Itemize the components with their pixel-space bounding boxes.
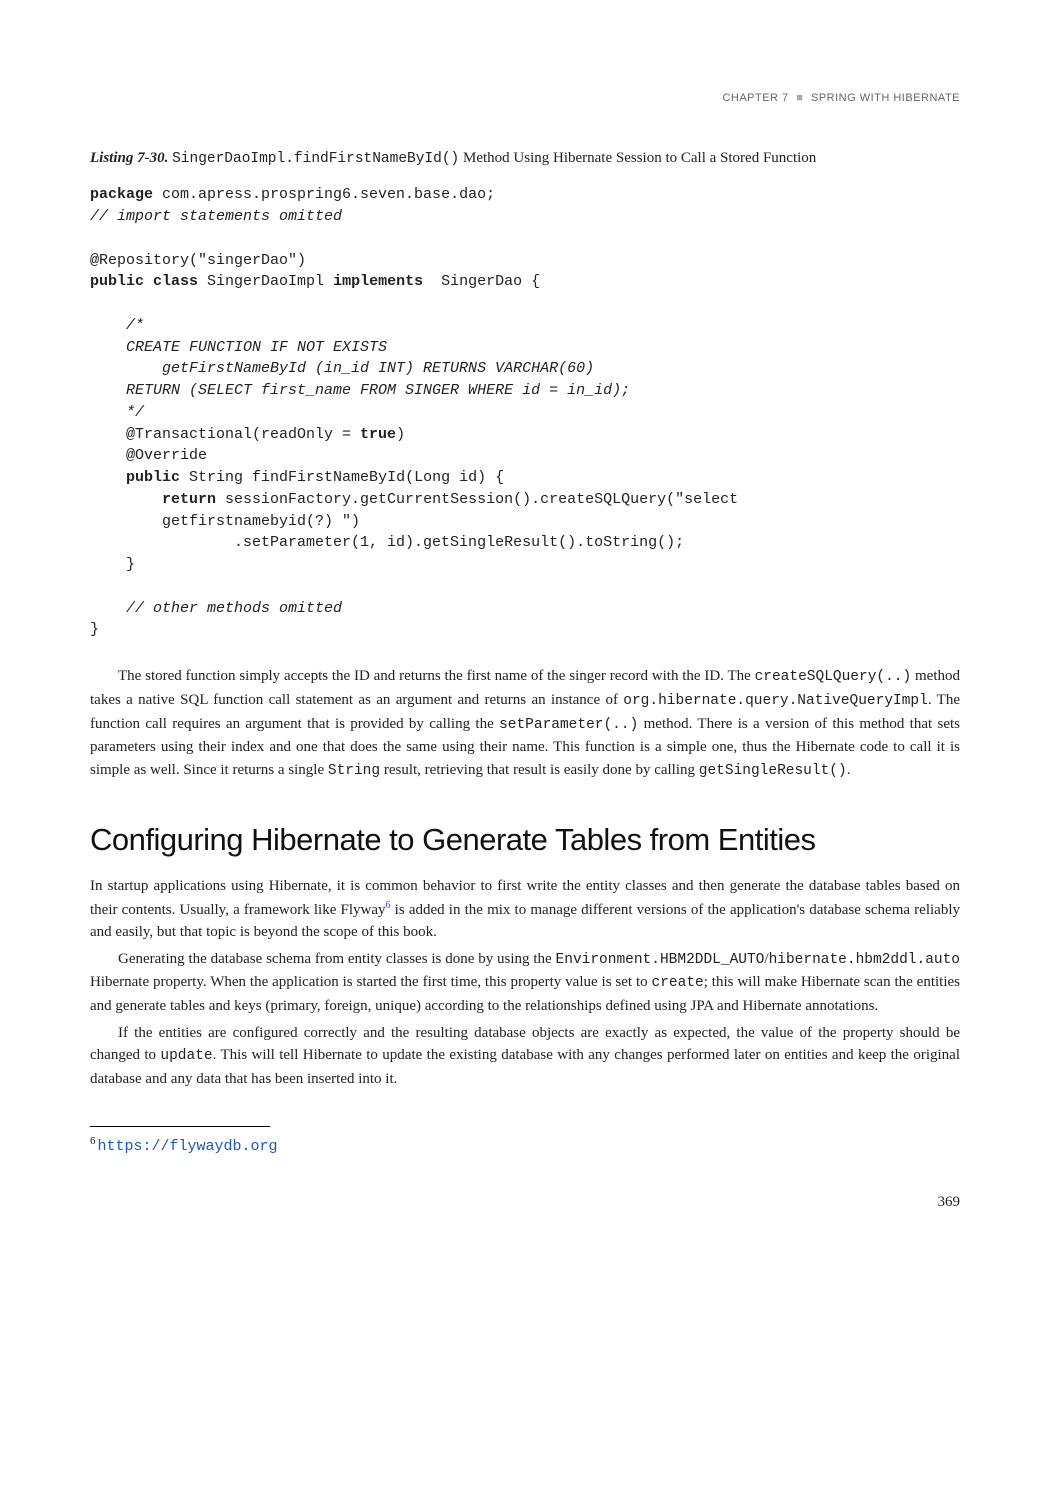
- code-text: String findFirstNameById(Long id) {: [180, 469, 504, 486]
- page-number: 369: [90, 1191, 960, 1214]
- code-comment: getFirstNameById (in_id INT) RETURNS VAR…: [90, 360, 594, 377]
- text: .: [847, 762, 851, 778]
- inline-code: createSQLQuery(..): [755, 669, 912, 685]
- code-kw: true: [360, 426, 396, 443]
- code-text: SingerDaoImpl: [198, 273, 333, 290]
- section-heading: Configuring Hibernate to Generate Tables…: [90, 817, 960, 864]
- text: . This will tell Hibernate to update the…: [90, 1047, 960, 1087]
- chapter-title: SPRING WITH HIBERNATE: [811, 92, 960, 104]
- code-comment: /*: [90, 317, 144, 334]
- footnote-link[interactable]: https://flywaydb.org: [98, 1138, 278, 1155]
- code-comment: // other methods omitted: [90, 600, 342, 617]
- code-comment: RETURN (SELECT first_name FROM SINGER WH…: [90, 382, 630, 399]
- code-text: com.apress.prospring6.seven.base.dao;: [153, 186, 495, 203]
- code-kw: implements: [333, 273, 423, 290]
- text: Hibernate property. When the application…: [90, 974, 652, 990]
- listing-label: Listing 7-30.: [90, 150, 168, 166]
- text: The stored function simply accepts the I…: [118, 668, 755, 684]
- code-text: SingerDao {: [423, 273, 540, 290]
- code-comment: CREATE FUNCTION IF NOT EXISTS: [90, 339, 387, 356]
- footnote: 6https://flywaydb.org: [90, 1133, 960, 1159]
- code-text: getfirstnamebyid(?) "): [90, 513, 360, 530]
- code-text: ): [396, 426, 405, 443]
- code-comment: */: [90, 404, 144, 421]
- inline-code: setParameter(..): [499, 717, 638, 733]
- listing-method: SingerDaoImpl.findFirstNameById(): [172, 151, 459, 167]
- code-listing: package com.apress.prospring6.seven.base…: [90, 184, 960, 641]
- code-text: [90, 469, 126, 486]
- body-paragraph-1: The stored function simply accepts the I…: [90, 665, 960, 783]
- code-text: }: [90, 621, 99, 638]
- separator-icon: ■: [796, 92, 803, 104]
- text: Generating the database schema from enti…: [118, 951, 556, 967]
- code-text: .setParameter(1, id).getSingleResult().t…: [90, 534, 684, 551]
- code-text: @Repository("singerDao"): [90, 252, 306, 269]
- inline-code: create: [652, 975, 704, 991]
- inline-code: Environment.HBM2DDL_AUTO: [556, 952, 765, 968]
- inline-code: getSingleResult(): [699, 763, 847, 779]
- code-text: @Transactional(readOnly =: [90, 426, 360, 443]
- code-kw: public class: [90, 273, 198, 290]
- inline-code: hibernate.hbm2ddl.auto: [769, 952, 960, 968]
- code-text: sessionFactory.getCurrentSession().creat…: [216, 491, 747, 508]
- chapter-number: CHAPTER 7: [722, 92, 788, 104]
- code-text: }: [90, 556, 135, 573]
- code-kw: package: [90, 186, 153, 203]
- inline-code: org.hibernate.query.NativeQueryImpl: [623, 693, 928, 709]
- body-paragraph-4: If the entities are configured correctly…: [90, 1022, 960, 1091]
- code-comment: // import statements omitted: [90, 208, 342, 225]
- footnote-rule: [90, 1126, 270, 1127]
- listing-caption: Listing 7-30. SingerDaoImpl.findFirstNam…: [90, 147, 960, 171]
- listing-caption-tail: Method Using Hibernate Session to Call a…: [459, 150, 816, 166]
- running-header: CHAPTER 7 ■ SPRING WITH HIBERNATE: [90, 90, 960, 107]
- code-kw: return: [162, 491, 216, 508]
- inline-code: String: [328, 763, 380, 779]
- code-text: @Override: [90, 447, 207, 464]
- code-text: [90, 491, 162, 508]
- footnote-number: 6: [90, 1135, 96, 1147]
- body-paragraph-3: Generating the database schema from enti…: [90, 948, 960, 1018]
- body-paragraph-2: In startup applications using Hibernate,…: [90, 875, 960, 944]
- text: result, retrieving that result is easily…: [380, 762, 699, 778]
- inline-code: update: [160, 1048, 212, 1064]
- code-kw: public: [126, 469, 180, 486]
